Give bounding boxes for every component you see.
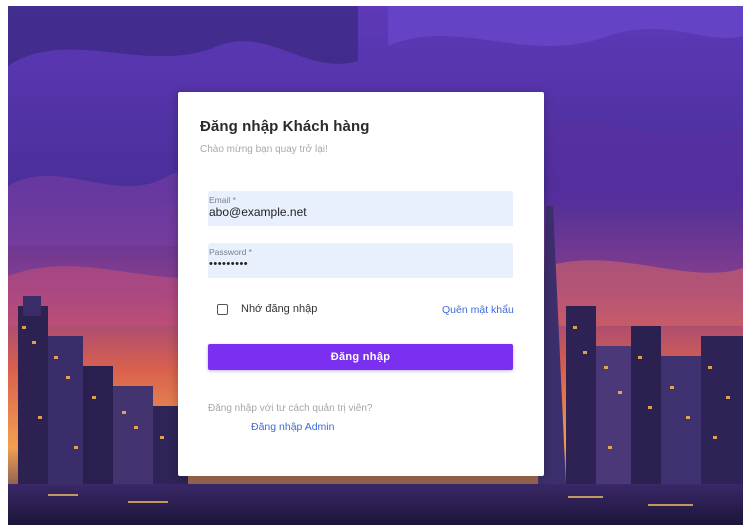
login-subtitle: Chào mừng bạn quay trở lại!	[200, 144, 328, 155]
password-label: Password *	[209, 247, 252, 257]
email-input[interactable]	[209, 205, 499, 219]
remember-me-toggle[interactable]: Nhớ đăng nhập	[217, 303, 317, 315]
remember-me-checkbox[interactable]	[217, 303, 228, 315]
forgot-password-link[interactable]: Quên mật khẩu	[442, 304, 514, 316]
login-button[interactable]: Đăng nhập	[208, 344, 513, 370]
password-field[interactable]: Password * •••••••••	[208, 243, 513, 278]
email-field[interactable]: Email *	[208, 191, 513, 226]
remember-me-label: Nhớ đăng nhập	[241, 303, 318, 315]
admin-login-prompt: Đăng nhập với tư cách quản trị viên?	[208, 403, 373, 414]
email-label: Email *	[209, 195, 236, 205]
password-input[interactable]: •••••••••	[209, 258, 499, 270]
admin-login-link[interactable]: Đăng nhập Admin	[251, 421, 334, 433]
login-title: Đăng nhập Khách hàng	[200, 118, 370, 135]
login-card: Đăng nhập Khách hàng Chào mừng bạn quay …	[178, 92, 544, 476]
